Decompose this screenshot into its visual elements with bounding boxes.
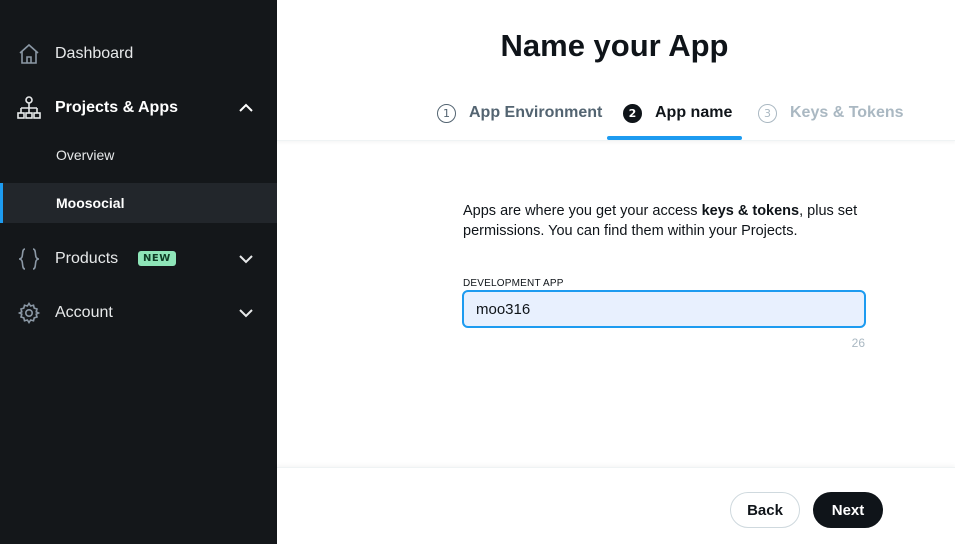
step-number: 3 [758,103,777,123]
step-number: 1 [437,103,456,123]
character-counter: 26 [851,336,865,350]
gear-icon [16,300,42,326]
chevron-down-icon[interactable] [236,249,256,269]
step-label: App Environment [469,104,603,121]
step-app-environment[interactable]: 1 App Environment [437,102,602,124]
page-title: Name your App [500,28,729,63]
footer: Back Next [277,467,955,544]
sidebar: Dashboard Projects & Apps Overview Mooso… [0,0,277,544]
field-label: DEVELOPMENT APP [463,278,564,289]
description-bold: keys & tokens [701,203,800,219]
active-step-underline [607,136,742,140]
stepper: Name your App 1 App Environment 2 App na… [277,0,955,141]
sidebar-item-projects[interactable]: Projects & Apps [0,94,277,122]
step-app-name[interactable]: 2 App name [623,102,732,124]
sidebar-item-label: Projects & Apps [55,99,178,116]
new-badge: NEW [138,251,176,266]
chevron-down-icon[interactable] [236,303,256,323]
sidebar-subitem-moosocial[interactable]: Moosocial [0,183,277,223]
main-content: Name your App 1 App Environment 2 App na… [277,0,955,544]
sidebar-subitem-overview[interactable]: Overview [0,135,277,175]
back-button[interactable]: Back [730,492,800,528]
description-text: Apps are where you get your access [463,203,702,219]
home-icon [16,41,42,67]
sidebar-item-label: Account [55,304,113,321]
step-number: 2 [623,103,642,123]
sidebar-subitem-label: Moosocial [56,195,125,211]
sidebar-item-account[interactable]: Account [0,299,277,327]
app-name-input[interactable] [462,290,866,328]
step-label: Keys & Tokens [790,104,904,121]
braces-icon [16,246,42,272]
sidebar-subitem-label: Overview [56,147,115,163]
description: Apps are where you get your access keys … [463,201,883,241]
sidebar-item-label: Dashboard [55,45,134,62]
chevron-up-icon[interactable] [236,98,256,118]
next-button[interactable]: Next [813,492,883,528]
sidebar-item-label: Products [55,250,119,267]
step-keys-tokens: 3 Keys & Tokens [758,102,904,124]
step-label: App name [655,104,733,121]
hierarchy-icon [16,95,42,121]
